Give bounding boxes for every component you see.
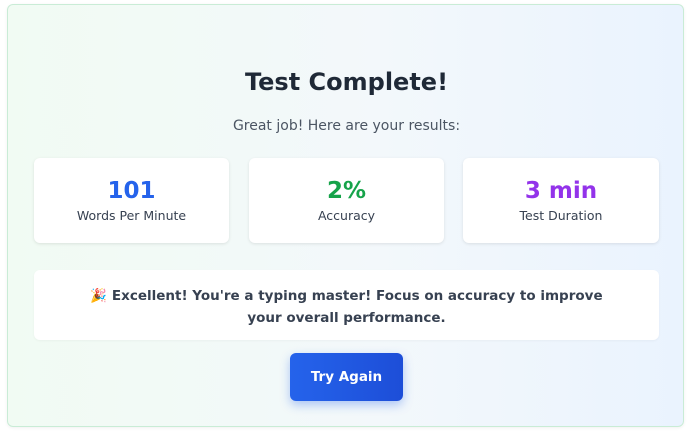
feedback-message: 🎉 Excellent! You're a typing master! Foc… — [34, 270, 659, 340]
duration-value: 3 min — [524, 178, 598, 204]
stat-card-wpm: 101 Words Per Minute — [34, 158, 229, 243]
wpm-label: Words Per Minute — [76, 208, 187, 223]
stat-card-accuracy: 2% Accuracy — [249, 158, 444, 243]
accuracy-label: Accuracy — [317, 208, 376, 223]
party-popper-icon: 🎉 — [90, 288, 108, 304]
wpm-value: 101 — [107, 178, 156, 204]
accuracy-value: 2% — [326, 178, 367, 204]
try-again-button[interactable]: Try Again — [290, 353, 403, 401]
page-title: Test Complete! — [244, 68, 449, 96]
stat-card-duration: 3 min Test Duration — [463, 158, 659, 243]
feedback-text: Excellent! You're a typing master! Focus… — [111, 288, 603, 326]
results-subtitle: Great job! Here are your results: — [232, 118, 461, 134]
duration-label: Test Duration — [519, 208, 603, 223]
